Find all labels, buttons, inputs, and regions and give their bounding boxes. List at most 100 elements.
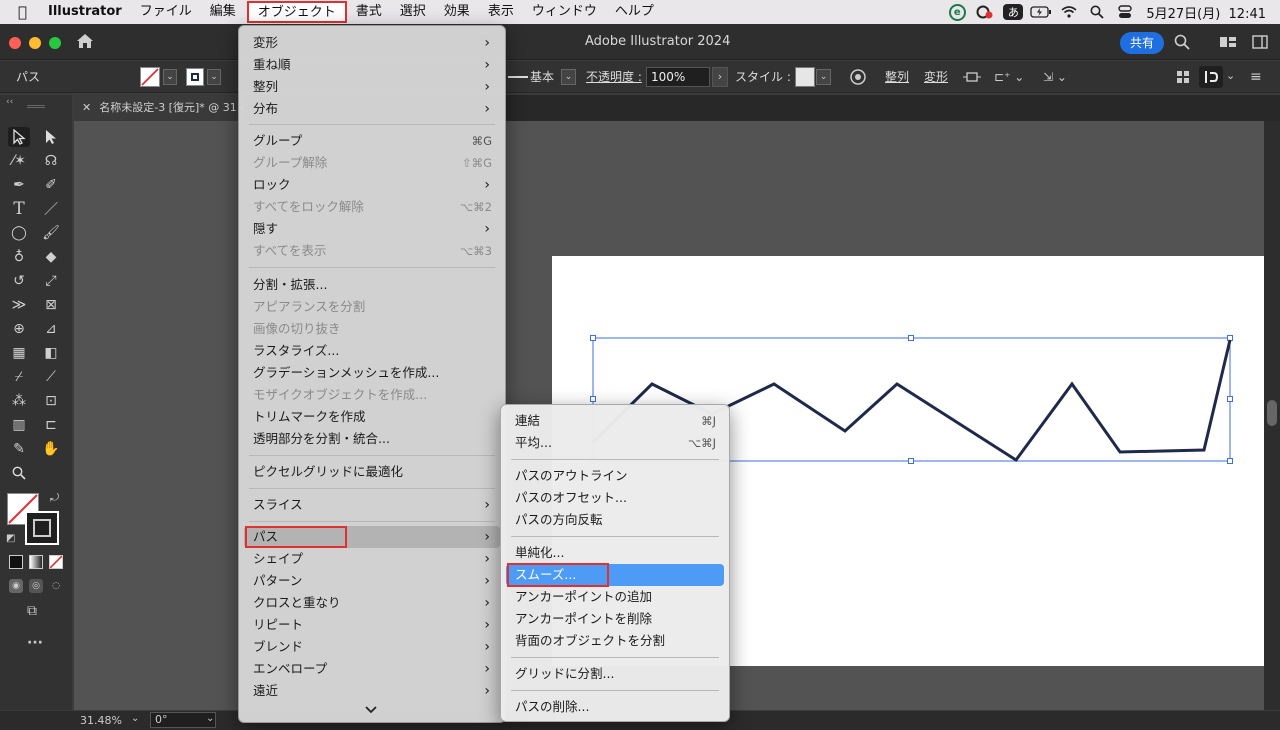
menu-effect[interactable]: 効果 — [435, 0, 479, 24]
slice-tool-icon[interactable]: ✎ — [8, 439, 30, 459]
stroke-style-dropdown-icon[interactable]: ⌄ — [561, 69, 576, 85]
draw-inside-icon[interactable]: ◌ — [49, 579, 63, 593]
panel-toggle-icon[interactable] — [1252, 35, 1268, 52]
opacity-input[interactable]: 100% — [646, 67, 710, 87]
style-dropdown-icon[interactable]: ⌄ — [816, 69, 831, 85]
stroke-color-box[interactable] — [25, 511, 59, 545]
menu-item-intertwine[interactable]: クロスと重なり › — [244, 592, 500, 614]
magic-wand-tool-icon[interactable]: ⁄✶ — [8, 151, 30, 171]
search-icon[interactable] — [1174, 34, 1190, 53]
fill-swatch[interactable] — [140, 67, 160, 87]
type-tool-icon[interactable]: T — [8, 199, 30, 219]
shaper-tool-icon[interactable]: ♁ — [8, 247, 30, 267]
panel-menu-icon[interactable]: ≡ — [1250, 69, 1262, 85]
live-paint-tool-icon[interactable]: ⊡ — [40, 391, 62, 411]
document-tab[interactable]: ✕ 名称未設定-3 [復元]* @ 31.4 — [74, 95, 244, 121]
draw-behind-icon[interactable]: ◎ — [29, 579, 43, 593]
fill-dropdown-icon[interactable]: ⌄ — [163, 69, 177, 85]
submenu-item-join[interactable]: 連結 ⌘J — [506, 410, 724, 432]
submenu-item-remove-anchor-points[interactable]: アンカーポイントを削除 — [506, 608, 724, 630]
close-window-icon[interactable] — [9, 37, 21, 49]
stroke-dropdown-icon[interactable]: ⌄ — [207, 69, 221, 85]
menu-item-flatten-transparency[interactable]: 透明部分を分割・統合... — [244, 428, 500, 450]
menu-select[interactable]: 選択 — [391, 0, 435, 24]
swap-fill-stroke-icon[interactable]: ⤾ — [50, 491, 59, 505]
direct-selection-tool-icon[interactable] — [40, 127, 62, 147]
menu-file[interactable]: ファイル — [131, 0, 201, 24]
perspective-grid-tool-icon[interactable]: ⊿ — [40, 319, 62, 339]
menu-item-shape[interactable]: シェイプ › — [244, 548, 500, 570]
menu-item-arrange[interactable]: 重ね順 › — [244, 54, 500, 76]
menu-view[interactable]: 表示 — [479, 0, 523, 24]
eraser-tool-icon[interactable]: ◆ — [40, 247, 62, 267]
recolor-artwork-icon[interactable] — [850, 69, 866, 88]
line-segment-tool-icon[interactable]: ／ — [40, 199, 62, 219]
zoom-tool-icon[interactable] — [8, 463, 30, 483]
ime-indicator[interactable]: あ — [1002, 4, 1024, 20]
pen-tool-icon[interactable]: ✒ — [8, 175, 30, 195]
width-tool-icon[interactable]: ≫ — [8, 295, 30, 315]
menu-item-create-trim-marks[interactable]: トリムマークを作成 — [244, 406, 500, 428]
submenu-item-average[interactable]: 平均... ⌥⌘J — [506, 432, 724, 454]
selection-tool-icon[interactable] — [8, 127, 30, 147]
grid-view-icon[interactable] — [1176, 70, 1190, 87]
rotation-dropdown-icon[interactable]: ⌄ — [206, 713, 214, 724]
menu-item-group[interactable]: グループ ⌘G — [244, 130, 500, 152]
share-button[interactable]: 共有 — [1120, 32, 1164, 54]
shape-builder-tool-icon[interactable]: ⊕ — [8, 319, 30, 339]
vertical-scroll-thumb[interactable] — [1267, 400, 1277, 426]
align-button[interactable]: 整列 — [885, 61, 909, 93]
stroke-swatch[interactable] — [186, 68, 204, 86]
menu-item-create-gradient-mesh[interactable]: グラデーションメッシュを作成... — [244, 362, 500, 384]
opacity-arrow-icon[interactable]: › — [712, 67, 728, 87]
color-mode-icon[interactable] — [9, 555, 23, 569]
edit-toolbar-icon[interactable]: ··· — [27, 635, 43, 651]
panel-dropdown-icon[interactable]: ⌄ — [1226, 69, 1235, 82]
submenu-item-outline-stroke[interactable]: パスのアウトライン — [506, 465, 724, 487]
menu-item-distribute[interactable]: 分布 › — [244, 98, 500, 120]
zoom-window-icon[interactable] — [49, 37, 61, 49]
menubar-clock[interactable]: 5月27日(月) 12:41 — [1146, 3, 1266, 22]
home-icon[interactable] — [76, 33, 94, 52]
opacity-label[interactable]: 不透明度 : — [586, 61, 642, 93]
transform-button[interactable]: 変形 — [924, 61, 948, 93]
isolate-object-icon[interactable] — [963, 70, 981, 87]
blend-tool-icon[interactable]: ⟋ — [40, 367, 62, 387]
eyedropper-tool-icon[interactable]: ⌿ — [8, 367, 30, 387]
close-tab-icon[interactable]: ✕ — [82, 101, 91, 114]
menu-item-slice[interactable]: スライス › — [244, 494, 500, 516]
default-fill-stroke-icon[interactable]: ◩ — [6, 533, 15, 544]
symbol-sprayer-tool-icon[interactable]: ⁂ — [8, 391, 30, 411]
submenu-item-offset-path[interactable]: パスのオフセット... — [506, 487, 724, 509]
control-center-icon[interactable] — [1114, 4, 1136, 20]
scale-tool-icon[interactable]: ⤢ — [40, 271, 62, 291]
menu-item-align[interactable]: 整列 › — [244, 76, 500, 98]
submenu-item-split-into-grid[interactable]: グリッドに分割... — [506, 663, 724, 685]
arrange-dropdown-icon[interactable]: ⊏⁺ ⌄ — [994, 70, 1024, 84]
ellipse-tool-icon[interactable]: ◯ — [8, 223, 30, 243]
menu-item-rasterize[interactable]: ラスタライズ... — [244, 340, 500, 362]
menu-help[interactable]: ヘルプ — [606, 0, 663, 24]
zoom-level[interactable]: 31.48% — [80, 714, 122, 727]
menu-item-lock[interactable]: ロック › — [244, 174, 500, 196]
apple-icon[interactable]:  — [0, 0, 39, 24]
artboard-tool-icon[interactable]: ⊏ — [40, 415, 62, 435]
mesh-tool-icon[interactable]: ▦ — [8, 343, 30, 363]
gradient-mode-icon[interactable] — [29, 555, 43, 569]
stroke-style-label[interactable]: 基本 — [530, 61, 554, 93]
menu-item-repeat[interactable]: リピート › — [244, 614, 500, 636]
wifi-icon[interactable] — [1058, 4, 1080, 20]
menu-item-transform[interactable]: 変形 › — [244, 32, 500, 54]
curvature-tool-icon[interactable]: ✐ — [40, 175, 62, 195]
menu-item-make-pixel-perfect[interactable]: ピクセルグリッドに最適化 — [244, 461, 500, 483]
lasso-tool-icon[interactable]: ☊ — [40, 151, 62, 171]
graphic-style-swatch[interactable] — [795, 67, 815, 87]
menu-app-name[interactable]: Illustrator — [39, 0, 131, 24]
minimize-window-icon[interactable] — [29, 37, 41, 49]
workspace-layout-icon[interactable] — [1219, 35, 1237, 52]
screen-mode-icon[interactable]: ⧉ — [27, 603, 37, 619]
submenu-item-clean-up[interactable]: パスの削除... — [506, 696, 724, 718]
evernote-icon[interactable]: e — [946, 3, 968, 21]
collapse-panel-icon[interactable]: ‹‹ — [6, 97, 13, 107]
hand-tool-icon[interactable]: ✋ — [40, 439, 62, 459]
